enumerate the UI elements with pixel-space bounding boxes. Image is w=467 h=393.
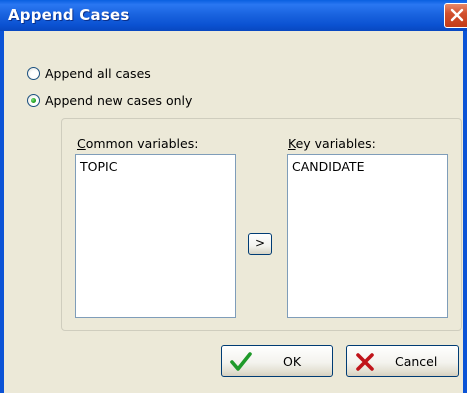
- close-button[interactable]: [444, 3, 467, 28]
- checkmark-icon: [230, 352, 252, 371]
- key-variables-list[interactable]: CANDIDATE: [287, 154, 448, 318]
- cancel-label: Cancel: [395, 354, 438, 369]
- list-item[interactable]: CANDIDATE: [292, 159, 364, 174]
- close-icon: [450, 8, 464, 22]
- window-frame-left: [0, 31, 4, 393]
- radio-append-new-circle[interactable]: [27, 93, 40, 107]
- title-bar: Append Cases: [0, 0, 467, 31]
- list-item[interactable]: TOPIC: [80, 159, 117, 174]
- radio-append-all-circle[interactable]: [27, 66, 40, 80]
- key-variables-label: Key variables:: [288, 136, 376, 151]
- radio-append-all-label: Append all cases: [45, 65, 151, 81]
- move-to-key-button[interactable]: >: [248, 233, 272, 255]
- window-title: Append Cases: [8, 6, 130, 24]
- radio-append-all[interactable]: Append all cases: [27, 65, 151, 81]
- radio-append-new[interactable]: Append new cases only: [27, 92, 192, 108]
- ok-button[interactable]: OK: [221, 345, 333, 377]
- cancel-button[interactable]: Cancel: [346, 345, 459, 377]
- common-variables-label: Common variables:: [77, 136, 199, 151]
- window-frame-right: [463, 31, 467, 393]
- radio-append-new-label: Append new cases only: [45, 92, 193, 108]
- common-variables-list[interactable]: TOPIC: [75, 154, 236, 318]
- x-cross-icon: [356, 353, 374, 371]
- radio-selected-dot: [31, 97, 36, 103]
- ok-label: OK: [283, 354, 302, 369]
